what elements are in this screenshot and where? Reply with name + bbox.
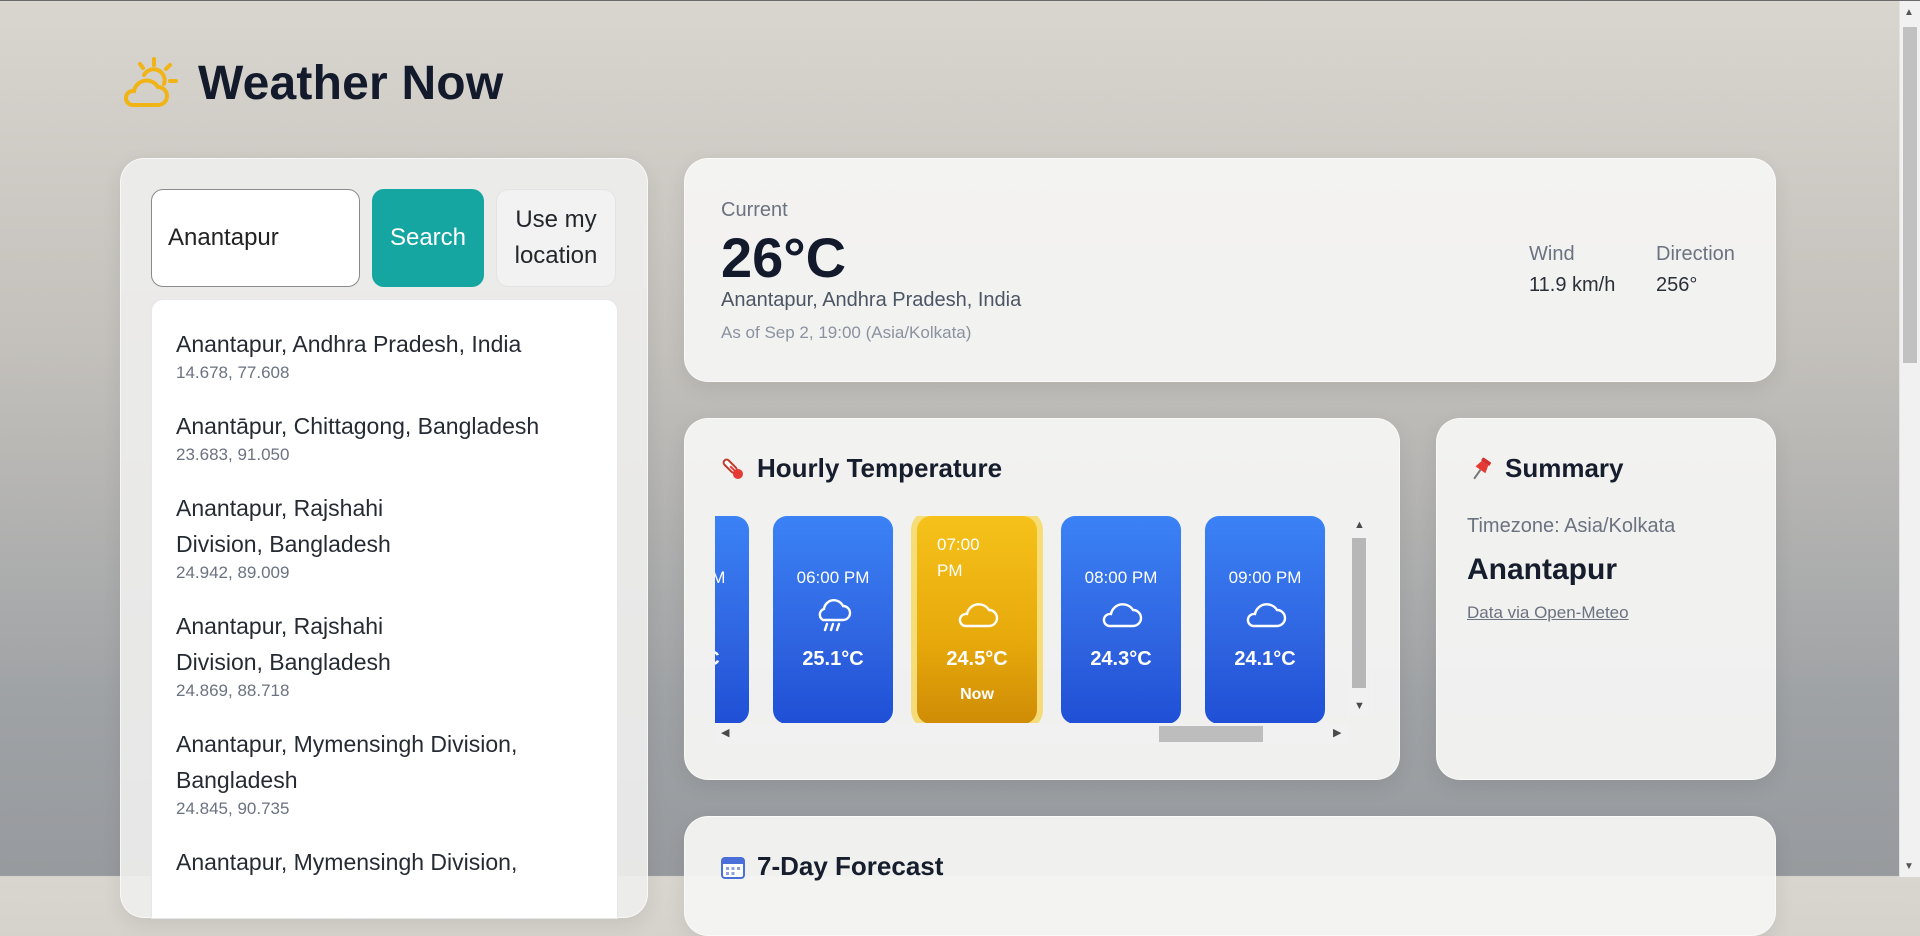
hour-tile[interactable]: 09:00 PM 24.1°C: [1205, 516, 1325, 724]
result-item[interactable]: Anantapur, Andhra Pradesh, India 14.678,…: [152, 326, 617, 384]
timezone-text: Timezone: Asia/Kolkata: [1467, 515, 1676, 537]
hourly-title-text: Hourly Temperature: [757, 453, 1003, 483]
hour-temp: 24.3°C: [1090, 648, 1152, 670]
result-coords: 23.683, 91.050: [176, 445, 290, 464]
direction-stat: Direction 256°: [1656, 243, 1735, 297]
use-my-location-button[interactable]: Use my location: [496, 189, 616, 287]
page-scroll-thumb[interactable]: [1903, 27, 1917, 363]
hourly-tiles: 05:00 PM 25.8°C 06:00 PM 25.1°: [715, 516, 1325, 724]
result-name: Anantapur, Rajshahi Division, Bangladesh: [176, 495, 391, 557]
page-scroll-up-icon[interactable]: ▲: [1904, 7, 1914, 18]
scroll-right-arrow-icon[interactable]: ▶: [1333, 728, 1341, 739]
use-my-location-label: Use my location: [515, 202, 598, 274]
summary-city: Anantapur: [1467, 553, 1617, 586]
result-name: Anantapur, Andhra Pradesh, India: [176, 331, 522, 357]
current-location: Anantapur, Andhra Pradesh, India: [721, 289, 1022, 311]
cloud-icon: [1205, 598, 1325, 632]
result-name: Anantapur, Rajshahi Division, Bangladesh: [176, 613, 391, 675]
search-row: Search Use my location: [151, 189, 616, 287]
hour-temp: 25.8°C: [715, 648, 749, 671]
app-title: Weather Now: [198, 56, 504, 110]
location-label-line2: location: [514, 242, 598, 269]
result-coords: 14.678, 77.608: [176, 363, 290, 382]
hour-time: 09:00 PM: [1228, 568, 1302, 587]
direction-value: 256°: [1656, 274, 1698, 296]
city-search-input[interactable]: [151, 189, 360, 287]
hour-time: 08:00 PM: [1084, 568, 1158, 587]
forecast-title-text: 7-Day Forecast: [757, 851, 944, 881]
search-button[interactable]: Search: [372, 189, 484, 287]
search-results-list: Anantapur, Andhra Pradesh, India 14.678,…: [151, 299, 618, 919]
pushpin-icon: [1473, 457, 1492, 479]
result-coords: 24.845, 90.735: [176, 799, 290, 818]
hourly-scroll-area[interactable]: 05:00 PM 25.8°C 06:00 PM 25.1°: [715, 516, 1349, 746]
cloud-icon: [1061, 598, 1181, 632]
result-item[interactable]: Anantapur, Rajshahi Division, Bangladesh…: [152, 608, 500, 702]
current-temperature: 26°C: [721, 226, 847, 289]
hour-tile[interactable]: 06:00 PM 25.1°C: [773, 516, 893, 724]
hour-tile[interactable]: 05:00 PM 25.8°C: [715, 516, 749, 724]
vertical-scroll-thumb[interactable]: [1352, 538, 1366, 688]
forecast-title: 7-Day Forecast: [719, 851, 943, 882]
hour-tile[interactable]: 08:00 PM 24.3°C: [1061, 516, 1181, 724]
result-name: Anantapur, Mymensingh Division, Banglade…: [176, 731, 518, 793]
search-panel: Search Use my location Anantapur, Andhra…: [120, 158, 648, 919]
rain-cloud-icon: [715, 598, 749, 634]
hour-tile-current[interactable]: 07:00 PM 24.5°C Now: [917, 516, 1037, 724]
wind-label: Wind: [1529, 243, 1575, 265]
rain-cloud-icon: [773, 598, 893, 634]
thermometer-icon: [722, 458, 743, 479]
location-label-line1: Use my: [515, 206, 597, 233]
hour-time: 05:00 PM: [715, 568, 726, 587]
direction-label: Direction: [1656, 243, 1735, 265]
hourly-title: Hourly Temperature: [719, 453, 1002, 484]
wind-stat: Wind 11.9 km/h: [1529, 243, 1615, 297]
current-label: Current: [721, 199, 788, 221]
scroll-left-arrow-icon[interactable]: ◀: [721, 728, 729, 739]
hour-temp: 24.1°C: [1234, 648, 1296, 670]
result-name: Anantāpur, Chittagong, Bangladesh: [176, 413, 540, 439]
scroll-up-arrow-icon[interactable]: ▲: [1354, 520, 1365, 531]
hour-temp: 25.1°C: [802, 648, 864, 670]
summary-title-text: Summary: [1505, 453, 1624, 483]
horizontal-scroll-thumb[interactable]: [1159, 726, 1263, 742]
result-name: Anantapur, Mymensingh Division,: [176, 849, 518, 875]
hour-time: 06:00 PM: [796, 568, 870, 587]
current-timestamp: As of Sep 2, 19:00 (Asia/Kolkata): [721, 323, 972, 342]
result-coords: 24.942, 89.009: [176, 563, 290, 582]
hourly-temperature-card: Hourly Temperature 05:00 PM 25.8°C 06:00…: [684, 418, 1400, 780]
hourly-horizontal-scrollbar[interactable]: ◀ ▶: [715, 723, 1349, 745]
result-coords: 24.869, 88.718: [176, 681, 290, 700]
result-item[interactable]: Anantapur, Mymensingh Division,: [152, 844, 617, 880]
result-item[interactable]: Anantapur, Rajshahi Division, Bangladesh…: [152, 490, 500, 584]
result-item[interactable]: Anantapur, Mymensingh Division, Banglade…: [152, 726, 560, 820]
app-header: Weather Now: [120, 51, 503, 115]
cloud-icon: [917, 598, 1037, 632]
sun-cloud-logo-icon: [123, 57, 178, 107]
page-scrollbar[interactable]: ▲ ▼: [1899, 1, 1920, 877]
now-label: Now: [960, 686, 994, 703]
wind-value: 11.9 km/h: [1529, 274, 1616, 296]
scroll-down-arrow-icon[interactable]: ▼: [1354, 701, 1365, 712]
summary-title: Summary: [1467, 453, 1624, 484]
summary-card: Summary Timezone: Asia/Kolkata Anantapur…: [1436, 418, 1776, 780]
hour-time: 07:00 PM: [937, 535, 980, 580]
hour-temp: 24.5°C: [946, 648, 1008, 670]
calendar-icon: [721, 856, 745, 879]
hourly-vertical-scrollbar[interactable]: ▲ ▼: [1349, 516, 1369, 716]
data-source-link[interactable]: Data via Open-Meteo: [1467, 603, 1629, 623]
result-item[interactable]: Anantāpur, Chittagong, Bangladesh 23.683…: [152, 408, 617, 466]
page-scroll-down-icon[interactable]: ▼: [1904, 861, 1914, 872]
forecast-card: 7-Day Forecast: [684, 816, 1776, 936]
current-weather-card: Current 26°C Anantapur, Andhra Pradesh, …: [684, 158, 1776, 382]
